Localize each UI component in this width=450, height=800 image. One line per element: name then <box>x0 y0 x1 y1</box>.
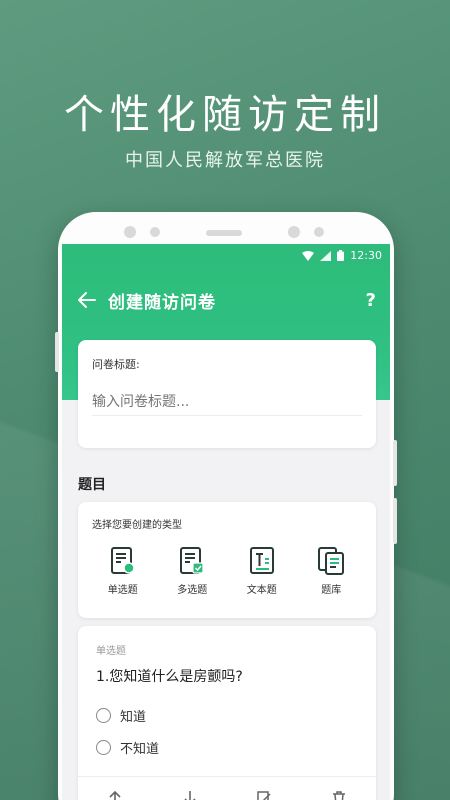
question-type-label: 单选题 <box>96 646 126 657</box>
divider <box>78 776 376 777</box>
text-question-button[interactable]: 文本题 <box>231 546 293 596</box>
question-text: 1.您知道什么是房颤吗? <box>96 669 243 685</box>
phone-sensor <box>150 227 160 237</box>
question-card: 单选题 1.您知道什么是房颤吗? 知道 不知道 <box>78 626 376 800</box>
radio-icon <box>96 708 111 723</box>
multiple-choice-label: 多选题 <box>177 585 208 596</box>
question-bank-label: 题库 <box>321 585 342 596</box>
phone-speaker <box>206 230 242 236</box>
question-bank-icon <box>318 547 345 575</box>
questions-section-label: 题目 <box>78 477 106 493</box>
option-radio-2[interactable]: 不知道 <box>96 738 159 757</box>
page-title: 创建随访问卷 <box>108 292 216 313</box>
phone-volume-up-button <box>393 440 397 486</box>
phone-sensor <box>314 227 324 237</box>
phone-sensor <box>124 226 136 238</box>
cellular-signal-icon <box>320 250 332 261</box>
multiple-choice-button[interactable]: 多选题 <box>161 546 223 596</box>
option-label: 不知道 <box>120 742 160 757</box>
single-choice-label: 单选题 <box>107 585 138 596</box>
question-bank-button[interactable]: 题库 <box>300 546 362 596</box>
radio-icon <box>96 740 111 755</box>
single-choice-icon <box>110 547 135 574</box>
text-question-label: 文本题 <box>246 585 277 596</box>
question-actions <box>78 786 376 800</box>
option-radio-1[interactable]: 知道 <box>96 706 146 725</box>
option-label: 知道 <box>120 710 147 725</box>
promo-subtitle: 中国人民解放军总医院 <box>125 150 325 171</box>
edit-icon[interactable] <box>252 786 276 800</box>
phone-front-camera <box>288 226 300 238</box>
question-type-prompt: 选择您要创建的类型 <box>92 520 182 531</box>
survey-title-input[interactable] <box>92 388 362 416</box>
battery-icon <box>337 250 345 261</box>
promo-title: 个性化随访定制 <box>64 92 386 138</box>
app-screen: 12:30 创建随访问卷 ? 问卷标题: 题目 选择您要创建的类型 单选题 <box>62 244 390 800</box>
wifi-icon <box>302 250 315 261</box>
single-choice-button[interactable]: 单选题 <box>92 546 154 596</box>
move-up-icon[interactable] <box>103 786 127 800</box>
question-type-card: 选择您要创建的类型 单选题 多选题 文本题 题库 <box>78 502 376 618</box>
delete-icon[interactable] <box>327 786 351 800</box>
phone-side-button <box>55 332 59 372</box>
move-down-icon[interactable] <box>178 786 202 800</box>
text-question-icon <box>249 547 274 574</box>
phone-volume-down-button <box>393 498 397 544</box>
arrow-left-icon[interactable] <box>76 289 98 311</box>
survey-title-card: 问卷标题: <box>78 340 376 448</box>
multiple-choice-icon <box>180 547 204 574</box>
help-icon[interactable]: ? <box>366 290 376 311</box>
status-bar: 12:30 <box>62 244 390 268</box>
status-time: 12:30 <box>350 249 382 262</box>
survey-title-label: 问卷标题: <box>92 358 140 371</box>
